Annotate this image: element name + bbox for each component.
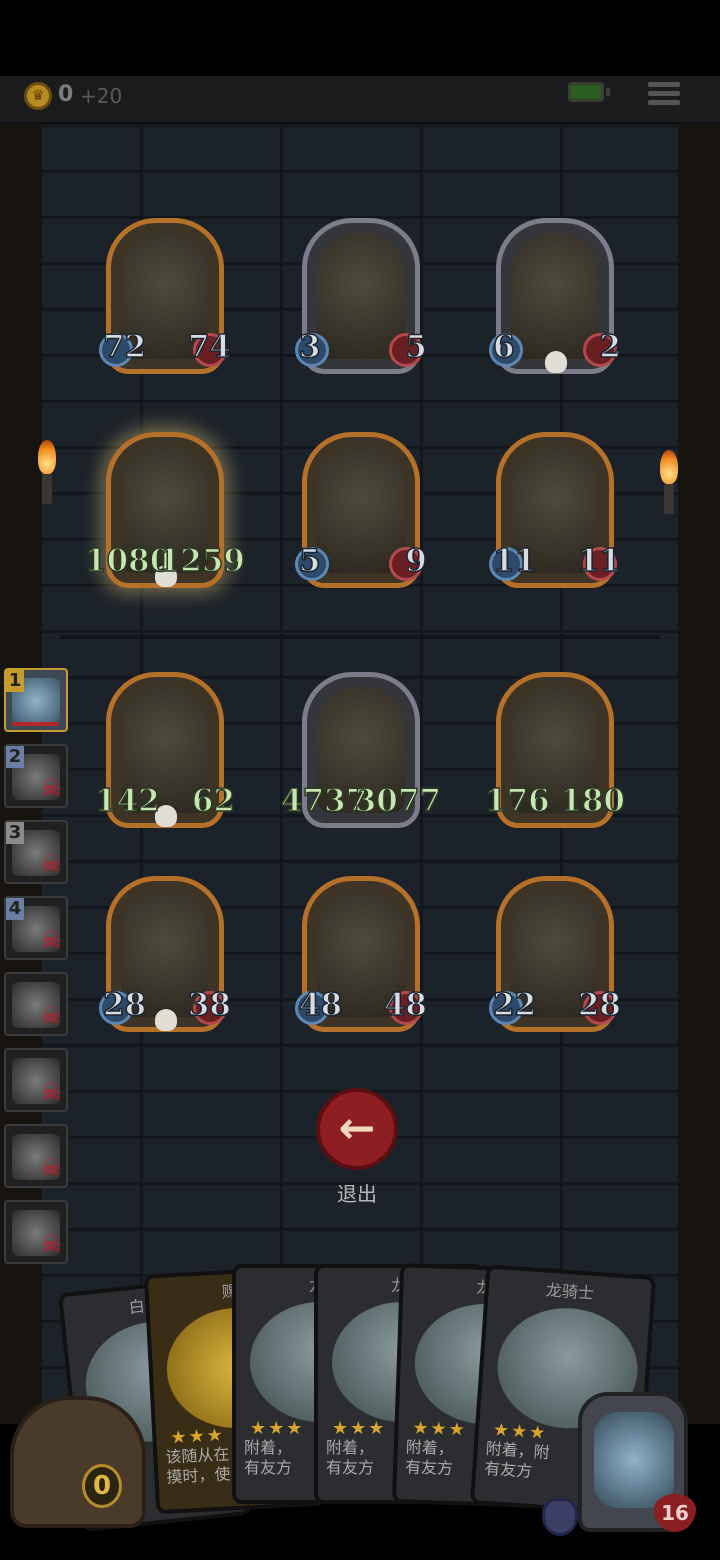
coin-bonus: +20 [80,84,123,108]
skull-icon [155,1009,177,1031]
skull-crossbones-icon: ☠ [40,1078,62,1106]
status-bar [0,0,720,76]
minion-card[interactable]: 4737 3077 [280,672,442,828]
minion-card[interactable]: 72 74 [99,218,232,374]
treasure-chest[interactable] [10,1396,146,1528]
turn-order-slot[interactable]: ☠ [4,972,68,1036]
turn-order-slot[interactable]: 3 ☠ [4,820,68,884]
minion-card[interactable]: 11 11 [489,432,622,588]
minion-card[interactable]: 176 180 [484,672,626,828]
board-divider [60,635,660,639]
minion-health: 28 [577,986,622,1024]
minion-card[interactable]: 28 38 [99,876,232,1032]
shield-icon[interactable] [542,1498,578,1536]
turn-order-slot[interactable]: 4 ☠ [4,896,68,960]
coin-count: 0 [58,82,74,107]
minion-card[interactable]: 35 [295,218,428,374]
crown-coin-icon: ♛ [24,82,52,110]
minion-health: 2 [599,328,622,366]
turn-order-slot[interactable]: ☠ [4,1124,68,1188]
minion-health: 180 [560,782,626,820]
health-bar [12,722,58,726]
minion-card[interactable]: 59 [295,432,428,588]
minion-health: 5 [405,328,428,366]
minion-attack: 11 [492,542,537,580]
torch-icon [660,450,678,514]
exit-label: 退出 [337,1182,377,1206]
minion-health: 62 [191,782,236,820]
skull-crossbones-icon: ☠ [40,926,62,954]
turn-order-number: 4 [6,898,24,920]
minion-card[interactable]: 62 [489,218,622,374]
minion-attack: 22 [492,986,537,1024]
back-arrow-icon: ← [338,1103,376,1154]
minion-card[interactable]: 1080 1259 [84,432,246,588]
minion-attack: 142 [94,782,160,820]
turn-order-slot[interactable]: ☠ [4,1200,68,1264]
hand-card-name: 龙骑士 [545,1280,595,1303]
minion-attack: 48 [298,986,343,1024]
minion-attack: 28 [102,986,147,1024]
battery-tip [606,88,610,96]
skull-crossbones-icon: ☠ [40,1002,62,1030]
skull-crossbones-icon: ☠ [40,850,62,878]
menu-icon[interactable] [648,78,680,108]
skull-crossbones-icon: ☠ [40,1154,62,1182]
top-hud: ♛ 0 +20 [0,76,720,124]
skull-crossbones-icon: ☠ [40,1230,62,1258]
minion-health: 38 [187,986,232,1024]
star-icon: ★★★ [250,1418,305,1439]
turn-order-number: 2 [6,746,24,768]
minion-health: 48 [383,986,428,1024]
turn-order-number: 3 [6,822,24,844]
skull-crossbones-icon: ☠ [40,774,62,802]
minion-attack: 6 [492,328,515,366]
star-icon: ★★★ [332,1418,387,1439]
minion-card[interactable]: 142 62 [94,672,236,828]
minion-health: 74 [187,328,232,366]
minion-attack: 3 [298,328,321,366]
minion-health: 9 [405,542,428,580]
minion-card[interactable]: 48 48 [295,876,428,1032]
minion-health: 1259 [158,542,246,580]
skull-icon [545,351,567,373]
minion-card[interactable]: 22 28 [489,876,622,1032]
chest-count: 0 [82,1464,122,1508]
minion-health: 11 [577,542,622,580]
hero-portrait [594,1412,674,1508]
minion-attack: 176 [484,782,550,820]
minion-attack: 72 [102,328,147,366]
turn-order-slot[interactable]: 2 ☠ [4,744,68,808]
minion-health: 3077 [354,782,442,820]
exit-button[interactable]: ← [316,1088,398,1170]
turn-order-slot[interactable]: 1 [4,668,68,732]
torch-icon [38,440,56,504]
minion-attack: 5 [298,542,321,580]
turn-order-slot[interactable]: ☠ [4,1048,68,1112]
right-wall [678,124,720,1424]
battery-icon [568,82,604,102]
turn-order-number: 1 [6,670,24,692]
